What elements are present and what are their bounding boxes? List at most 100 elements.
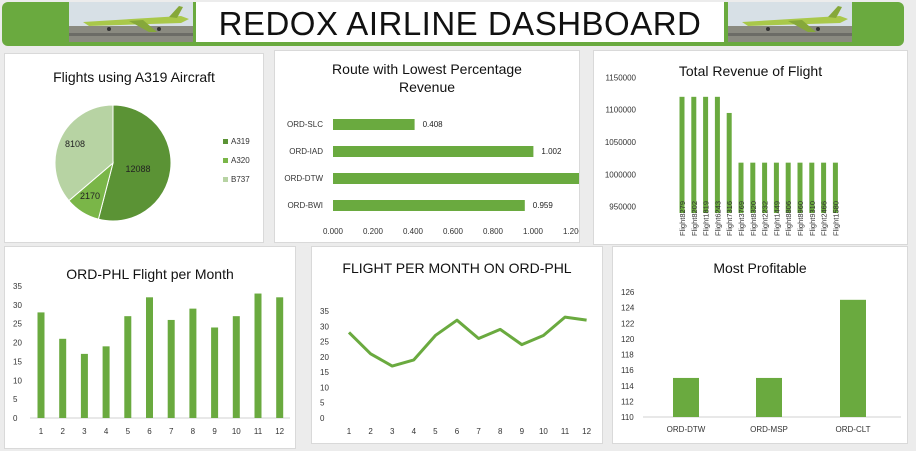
bar xyxy=(703,96,709,213)
total-revenue-chart: 950000 1000000 1050000 1100000 1150000 Flight… xyxy=(605,73,841,236)
category-label: ORD-DTW xyxy=(284,174,323,183)
tick-label: 1 xyxy=(39,427,44,436)
category-label: Flight2466 xyxy=(820,201,829,236)
bar xyxy=(333,200,525,211)
category-label: ORD-IAD xyxy=(289,147,323,156)
bar xyxy=(840,299,866,417)
a319-pie-chart: 12088 2170 8108 A319 A320 B737 xyxy=(54,104,250,222)
tick-label: 7 xyxy=(476,427,481,436)
tick-label: 7 xyxy=(169,427,174,436)
dashboard-title: REDOX AIRLINE DASHBOARD xyxy=(218,5,702,42)
data-label: 0.959 xyxy=(533,201,554,210)
bar xyxy=(254,293,262,418)
tick-label: 5 xyxy=(320,399,325,408)
ord-phl-line-chart: 051015202530351 2 3 4 5 6 7 8 9 10 11 12 xyxy=(320,307,592,436)
total-revenue-card: Total Revenue of Flight 950000 1000000 105… xyxy=(593,50,908,245)
tick-label: 3 xyxy=(82,427,87,436)
tick-label: 15 xyxy=(13,357,22,366)
tick-label: 15 xyxy=(320,368,329,377)
tick-label: 122 xyxy=(621,319,635,328)
bar xyxy=(167,319,175,418)
category-label: Flight8320 xyxy=(749,201,758,236)
legend-label: A320 xyxy=(231,156,250,165)
aircraft-photo-left-icon xyxy=(69,2,193,42)
category-label: Flight1580 xyxy=(831,201,840,236)
category-label: Flight9310 xyxy=(808,201,817,236)
ord-phl-line-card: FLIGHT PER MONTH ON ORD-PHL 0 5 10 15 20 25 30… xyxy=(311,246,603,444)
tick-label: 0.400 xyxy=(403,227,424,236)
category-label: Flight6243 xyxy=(713,201,722,236)
tick-label: 112 xyxy=(621,397,634,406)
tick-label: 35 xyxy=(13,282,22,291)
tick-label: 5 xyxy=(13,395,18,404)
tick-label: 3 xyxy=(390,427,395,436)
tick-label: 9 xyxy=(212,427,217,436)
tick-label: 0.200 xyxy=(363,227,384,236)
tick-label: 2 xyxy=(60,427,65,436)
category-label: Flight8202 xyxy=(690,201,699,236)
tick-label: 12 xyxy=(582,427,591,436)
tick-label: 1100000 xyxy=(605,106,636,115)
category-label: Flight2232 xyxy=(761,201,770,236)
category-label: Flight8279 xyxy=(678,201,687,236)
tick-label: 0 xyxy=(13,414,18,423)
data-label: 12088 xyxy=(125,164,150,174)
bar xyxy=(714,96,720,213)
tick-label: 126 xyxy=(621,288,635,297)
bar xyxy=(232,316,240,418)
bar xyxy=(756,377,782,417)
bar xyxy=(673,377,699,417)
tick-label: 118 xyxy=(621,351,634,360)
bar xyxy=(276,297,284,418)
data-label: 8108 xyxy=(65,139,85,149)
bar xyxy=(59,338,67,418)
category-label: ORD-BWI xyxy=(287,201,323,210)
legend-label: B737 xyxy=(231,175,250,184)
tick-label: 1.000 xyxy=(523,227,544,236)
bar xyxy=(80,353,88,418)
tick-label: 10 xyxy=(539,427,548,436)
tick-label: 4 xyxy=(104,427,109,436)
tick-label: 10 xyxy=(13,376,22,385)
category-label: Flight1449 xyxy=(772,201,781,236)
most-profitable-chart: 110 112 114 116 118 120 122 124 126 ORD-DTW ORD-MS… xyxy=(621,288,901,434)
aircraft-photo-icon xyxy=(69,2,193,42)
ord-phl-bar-card: ORD-PHL Flight per Month 0 5 10 15 20 25 30 35 1… xyxy=(4,246,296,449)
tick-label: 1000000 xyxy=(605,170,637,179)
bar xyxy=(37,312,45,418)
tick-label: 5 xyxy=(126,427,131,436)
bar xyxy=(333,119,415,130)
tick-label: 5 xyxy=(433,427,438,436)
tick-label: 114 xyxy=(621,382,634,391)
tick-label: 950000 xyxy=(609,203,636,212)
tick-label: 1050000 xyxy=(605,138,637,147)
category-label: ORD-CLT xyxy=(836,425,871,434)
category-label: Flight1819 xyxy=(702,201,711,236)
bar xyxy=(189,308,197,418)
tick-label: 6 xyxy=(147,427,152,436)
tick-label: 20 xyxy=(320,353,329,362)
aircraft-photo-icon xyxy=(728,2,852,42)
tick-label: 1 xyxy=(347,427,352,436)
bar xyxy=(333,173,579,184)
bar xyxy=(211,327,219,418)
bar xyxy=(726,112,732,213)
bar xyxy=(124,316,132,418)
legend-swatch xyxy=(223,139,228,144)
tick-label: 4 xyxy=(412,427,417,436)
data-label: 0.408 xyxy=(423,120,444,129)
tick-label: 2 xyxy=(368,427,373,436)
bar xyxy=(146,297,153,418)
tick-label: 1.200 xyxy=(563,227,579,236)
tick-label: 8 xyxy=(498,427,503,436)
a319-pie-card: Flights using A319 Aircraft 12088 2170 810… xyxy=(4,53,264,243)
legend-swatch xyxy=(223,158,228,163)
lowest-revenue-card: Route with Lowest Percentage Revenue ORD… xyxy=(274,50,580,243)
tick-label: 30 xyxy=(13,301,22,310)
tick-label: 30 xyxy=(320,322,329,331)
tick-label: 25 xyxy=(13,320,22,329)
tick-label: 10 xyxy=(320,383,329,392)
tick-label: 1150000 xyxy=(605,73,636,82)
tick-label: 8 xyxy=(191,427,196,436)
legend-label: A319 xyxy=(231,137,250,146)
